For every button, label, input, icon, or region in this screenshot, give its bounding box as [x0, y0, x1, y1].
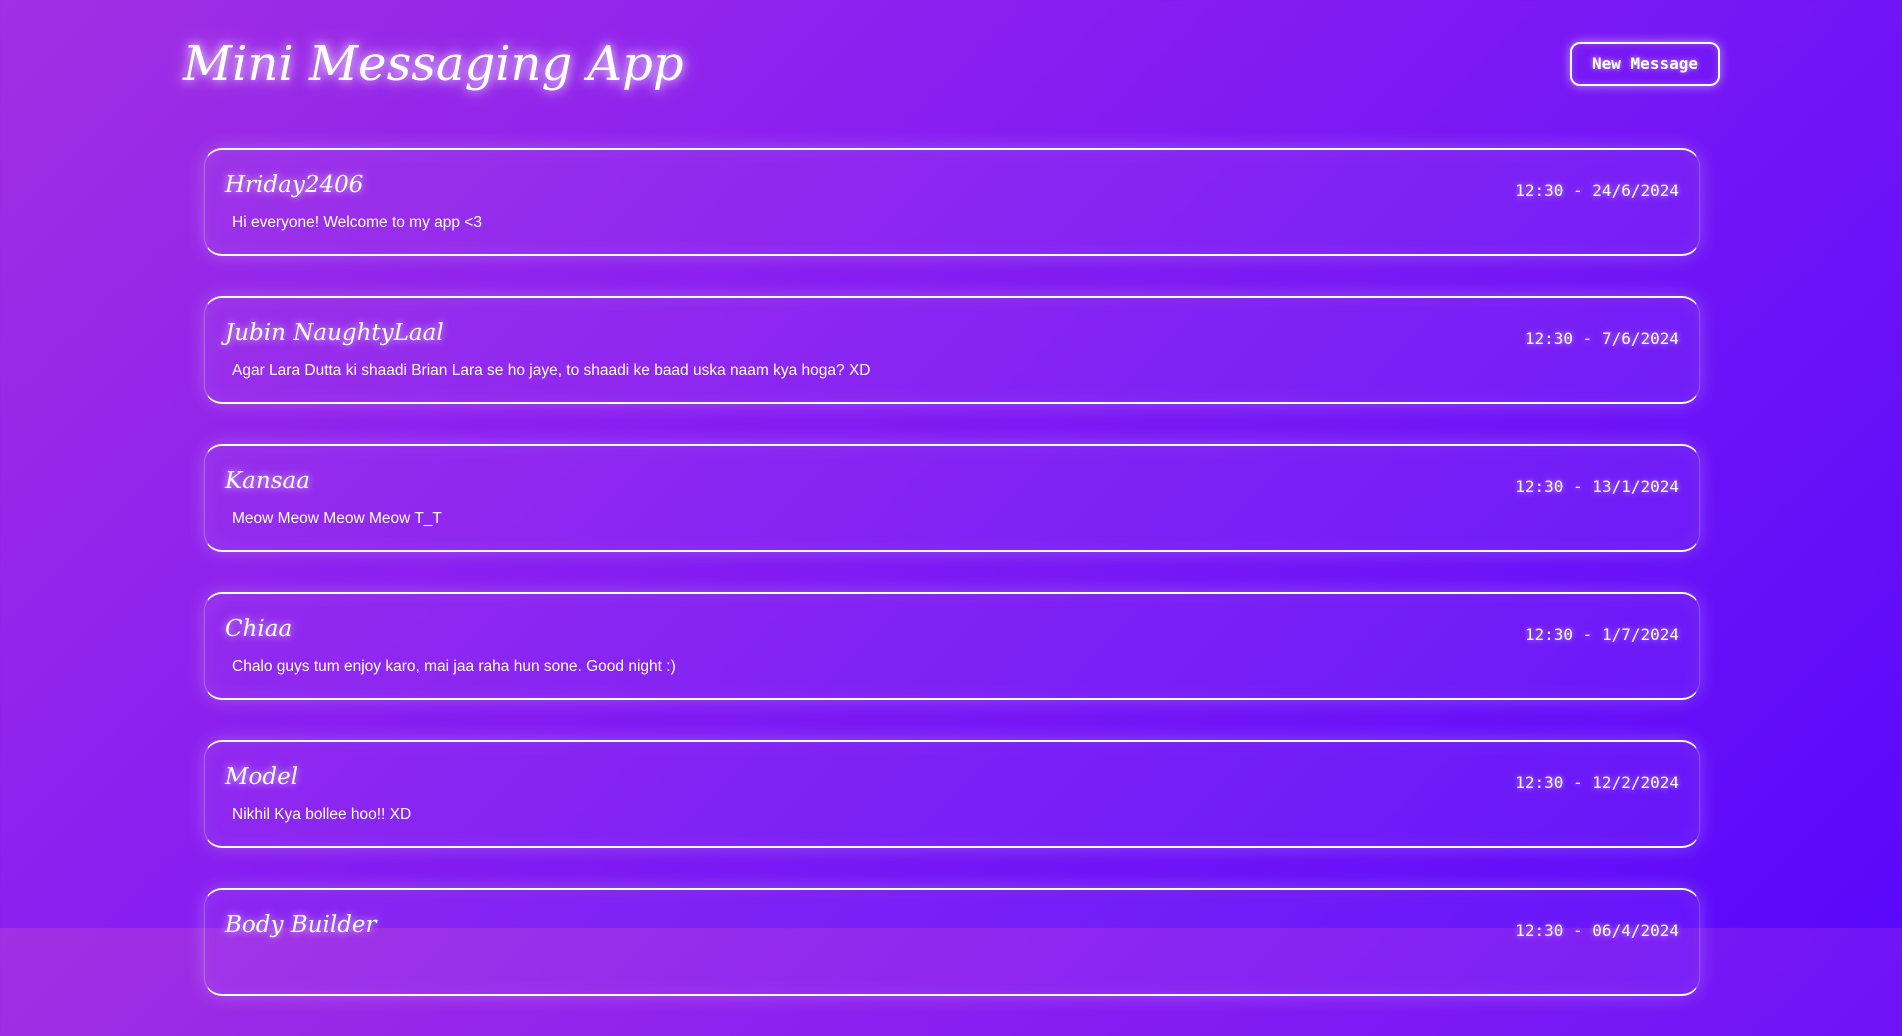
message-timestamp: 12:30 - 06/4/2024 [1515, 921, 1679, 940]
message-timestamp: 12:30 - 13/1/2024 [1515, 477, 1679, 496]
message-card[interactable]: Body Builder 12:30 - 06/4/2024 [204, 888, 1700, 996]
page-title: Mini Messaging App [183, 36, 684, 92]
message-sender: Hriday2406 [225, 172, 364, 198]
message-sender: Jubin NaughtyLaal [225, 320, 444, 346]
message-text: Hi everyone! Welcome to my app <3 [232, 214, 482, 231]
message-timestamp: 12:30 - 12/2/2024 [1515, 773, 1679, 792]
message-card[interactable]: Model 12:30 - 12/2/2024 Nikhil Kya bolle… [204, 740, 1700, 848]
message-text: Agar Lara Dutta ki shaadi Brian Lara se … [232, 362, 871, 379]
message-text: Meow Meow Meow Meow T_T [232, 510, 442, 527]
message-card[interactable]: Chiaa 12:30 - 1/7/2024 Chalo guys tum en… [204, 592, 1700, 700]
message-card[interactable]: Kansaa 12:30 - 13/1/2024 Meow Meow Meow … [204, 444, 1700, 552]
message-sender: Kansaa [225, 468, 310, 494]
message-sender: Model [225, 764, 299, 790]
message-card[interactable]: Hriday2406 12:30 - 24/6/2024 Hi everyone… [204, 148, 1700, 256]
message-sender: Chiaa [225, 616, 293, 642]
message-text: Chalo guys tum enjoy karo, mai jaa raha … [232, 658, 676, 675]
new-message-button[interactable]: New Message [1570, 42, 1720, 86]
message-sender: Body Builder [225, 912, 377, 938]
message-list: Hriday2406 12:30 - 24/6/2024 Hi everyone… [204, 148, 1700, 1036]
message-timestamp: 12:30 - 7/6/2024 [1524, 329, 1679, 348]
message-timestamp: 12:30 - 24/6/2024 [1515, 181, 1679, 200]
message-card[interactable]: Jubin NaughtyLaal 12:30 - 7/6/2024 Agar … [204, 296, 1700, 404]
message-timestamp: 12:30 - 1/7/2024 [1524, 625, 1679, 644]
message-text: Nikhil Kya bollee hoo!! XD [232, 806, 412, 823]
